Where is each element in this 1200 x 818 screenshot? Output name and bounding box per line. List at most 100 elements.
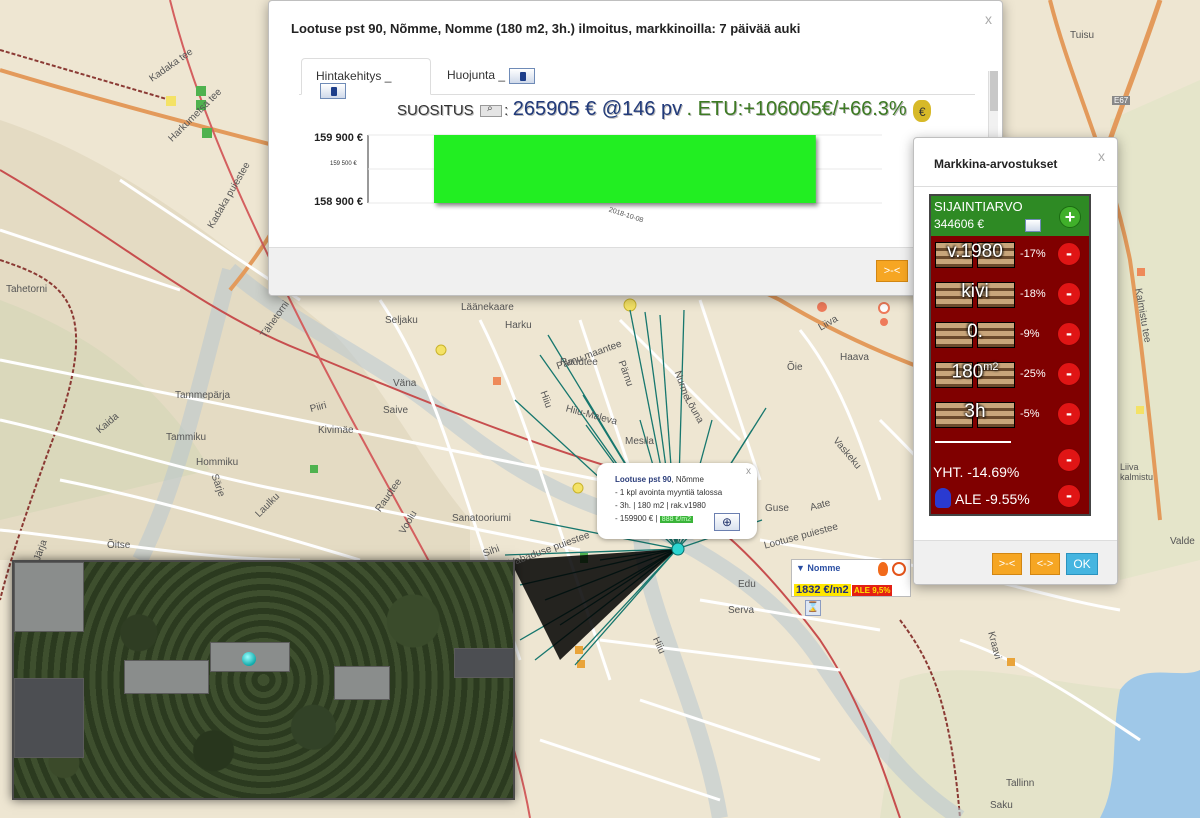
hourglass-button[interactable]: ⌛ — [805, 600, 821, 616]
property-marker[interactable] — [242, 652, 256, 666]
tab-bar: Hintakehitys _ Huojunta _ — [299, 58, 975, 99]
divider — [914, 186, 1117, 187]
tab-label: Hintakehitys — [316, 69, 382, 83]
popup-line: - 1 kpl avointa myyntiä talossa — [615, 488, 723, 497]
expand-button[interactable]: <-> — [1030, 553, 1060, 575]
zoom-in-button[interactable]: ⊕ — [714, 513, 740, 531]
popup-price: - 159900 € | — [615, 514, 658, 523]
scrollbar-thumb[interactable] — [990, 71, 998, 111]
money-bag-icon: € — [913, 99, 932, 122]
roof — [14, 678, 84, 758]
minus-button[interactable]: - — [1057, 484, 1081, 508]
valuation-panel: SIJAINTIARVO 344606 € + v.1980 -17% - ki… — [929, 194, 1091, 516]
street-label: Õie — [787, 362, 803, 373]
y-tick-label: 158 900 € — [314, 196, 363, 208]
tab-price-history[interactable]: Hintakehitys _ — [301, 58, 431, 99]
close-icon[interactable]: x — [746, 466, 751, 477]
street-label: Valde — [1170, 536, 1195, 547]
adjustment-row: kivi -18% - — [931, 276, 1089, 314]
roof — [334, 666, 390, 700]
street-label: Tammiku — [166, 432, 207, 443]
street-label: Edu — [738, 579, 756, 590]
clock-icon — [892, 562, 906, 576]
roof — [124, 660, 209, 694]
popup-line: - 3h. | 180 m2 | rak.v1980 — [615, 501, 706, 510]
magnifier-icon[interactable] — [480, 103, 503, 117]
adjustment-percent: -5% — [1020, 408, 1040, 420]
tab-volatility[interactable]: Huojunta _ — [433, 58, 553, 95]
popup-title[interactable]: Lootuse pst 90 — [615, 475, 671, 484]
dialog-title: Lootuse pst 90, Nõmme, Nomme (180 m2, 3h… — [291, 21, 801, 36]
collapse-button[interactable]: >-< — [992, 553, 1022, 575]
street-label: Seljaku — [385, 315, 418, 326]
area-name[interactable]: ▼ Nomme — [796, 563, 840, 573]
street-label: Mesila — [625, 436, 654, 447]
street-label: Õitse — [107, 540, 131, 551]
minus-button[interactable]: - — [1057, 282, 1081, 306]
price-history-chart — [367, 134, 882, 204]
property-popup: x Lootuse pst 90, Nõmme - 1 kpl avointa … — [597, 463, 757, 539]
street-label: Väna — [393, 378, 417, 389]
close-icon[interactable]: x — [1098, 148, 1105, 164]
popup-title-line: Lootuse pst 90, Nõmme — [615, 475, 704, 484]
adjustment-row: v.1980 -17% - — [931, 236, 1089, 274]
plus-button[interactable]: + — [1059, 206, 1081, 228]
discount-adjustment: ALE -9.55% — [955, 491, 1030, 507]
street-label: Saku — [990, 800, 1013, 811]
street-label: Haava — [840, 352, 869, 363]
area-price-tag[interactable]: ▼ Nomme 1832 €/m2 ALE 9,5% — [791, 559, 911, 597]
street-label: Läänekaare — [461, 302, 514, 313]
popup-price-line: - 159900 € | 888 €/m2 — [615, 514, 693, 523]
tab-label: Huojunta — [447, 68, 496, 83]
location-value: 344606 € — [934, 217, 985, 231]
total-adjustment: YHT. -14.69% — [933, 464, 1020, 480]
minus-button[interactable]: - — [1057, 362, 1081, 386]
adjustment-unit: m2 — [983, 361, 999, 373]
y-tick-label: 159 500 € — [330, 161, 357, 167]
adjustment-row: 0. -9% - — [931, 316, 1089, 354]
roof — [454, 648, 513, 678]
location-value-label: SIJAINTIARVO — [934, 199, 1023, 214]
aerial-photo[interactable] — [12, 560, 515, 800]
adjustment-row: 3h -5% - — [931, 396, 1089, 434]
minus-button[interactable]: - — [1057, 322, 1081, 346]
adjustment-percent: -18% — [1020, 288, 1046, 300]
dialog-footer: >-< — [269, 247, 1002, 295]
adjustment-row: 180m2 -25% - — [931, 356, 1089, 394]
adjustment-label: kivi — [961, 281, 989, 302]
hand-icon — [935, 488, 951, 508]
street-label: Saive — [383, 405, 409, 416]
roof — [14, 562, 84, 632]
street-label: Tallinn — [1006, 778, 1035, 789]
minus-button[interactable]: - — [1057, 402, 1081, 426]
street-label: Tuisu — [1070, 30, 1095, 41]
close-icon[interactable]: x — [985, 11, 992, 27]
street-label: Hommiku — [196, 457, 239, 468]
valuation-dialog: Markkina-arvostukset x SIJAINTIARVO 3446… — [913, 137, 1118, 585]
area-price-sqm: 1832 €/m2 — [794, 584, 851, 596]
rooms-icon: 3h — [933, 399, 1017, 431]
popup-price-sqm: 888 €/m2 — [659, 516, 693, 523]
minus-button[interactable]: - — [1057, 448, 1081, 472]
ok-button[interactable]: OK — [1066, 553, 1098, 575]
street-label: Tammepärja — [175, 390, 231, 401]
collapse-button[interactable]: >-< — [876, 260, 908, 282]
recommendation-label: SUOSITUS — [397, 102, 474, 119]
adjustment-label: v.1980 — [947, 241, 1003, 262]
material-icon: kivi — [933, 279, 1017, 311]
chart-bar[interactable] — [434, 135, 816, 203]
adjustment-percent: -9% — [1020, 328, 1040, 340]
hand-icon[interactable] — [1025, 219, 1041, 232]
dialog-footer: >-< <-> OK — [914, 540, 1117, 584]
popup-district: , Nõmme — [671, 475, 704, 484]
volatility-icon — [509, 68, 536, 84]
street-label: Tahetorni — [6, 284, 48, 295]
area-icon: 180m2 — [933, 359, 1017, 391]
adjustment-label: 3h — [964, 401, 986, 422]
floor-icon: 0. — [933, 319, 1017, 351]
dialog-title: Markkina-arvostukset — [934, 157, 1058, 171]
street-label: Guse — [765, 503, 789, 514]
adjustment-label: 180 — [951, 361, 984, 383]
fire-icon — [878, 562, 888, 576]
minus-button[interactable]: - — [1057, 242, 1081, 266]
